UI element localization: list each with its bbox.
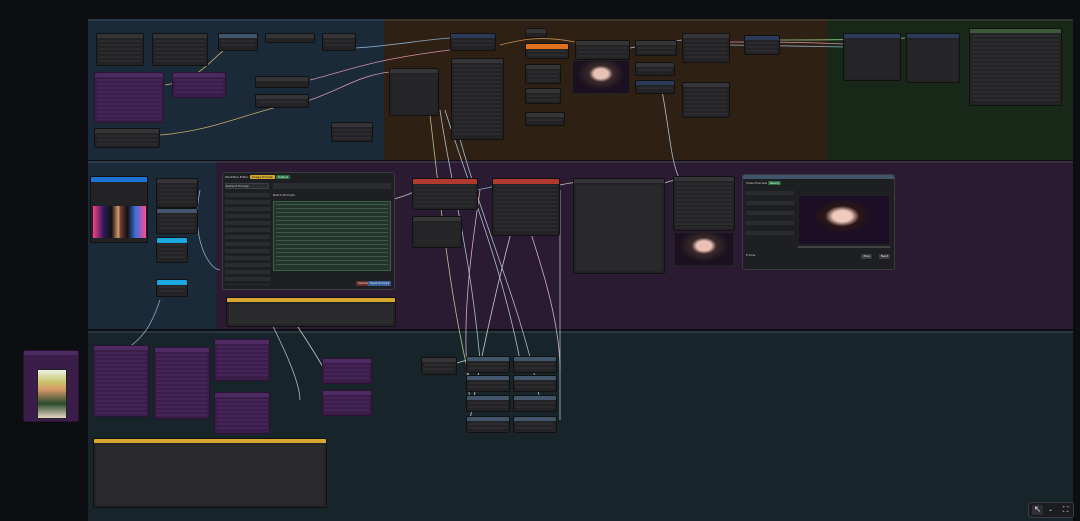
prev-button[interactable]: Prev <box>861 254 872 259</box>
node[interactable] <box>635 80 675 94</box>
node[interactable] <box>513 356 557 373</box>
node-purple[interactable] <box>322 390 372 416</box>
node[interactable] <box>156 178 198 208</box>
video-preview-panel[interactable]: Video Preview Ready Frame Prev Next <box>742 174 895 270</box>
section-title: Batch Prompts <box>273 193 295 197</box>
prompt-toolbar[interactable] <box>273 183 391 189</box>
next-button[interactable]: Next <box>879 254 890 259</box>
node[interactable] <box>331 122 373 142</box>
frame-label: Frame <box>746 253 756 257</box>
chevron-down-icon[interactable]: ⌄ <box>1045 505 1056 515</box>
image-node-standalone[interactable] <box>23 350 79 422</box>
node[interactable] <box>218 33 258 51</box>
node[interactable] <box>906 33 960 83</box>
node[interactable] <box>492 178 560 236</box>
node-purple[interactable] <box>94 72 164 123</box>
node-graph-canvas[interactable]: Workflow Editor Image Prompt Output Defa… <box>0 0 1080 521</box>
save-prompt-button[interactable]: Save Prompt <box>367 281 391 286</box>
node[interactable] <box>265 33 315 43</box>
prompt-select[interactable]: Default Prompt <box>225 183 269 189</box>
portrait-image-preview <box>37 369 67 419</box>
video-seek-bar[interactable] <box>798 246 890 248</box>
node[interactable] <box>156 279 188 297</box>
node[interactable] <box>255 94 309 108</box>
node[interactable] <box>389 68 439 116</box>
node[interactable] <box>412 216 462 248</box>
output-tag[interactable]: Output <box>275 175 291 179</box>
fit-view-icon[interactable]: ⛶ <box>1060 505 1071 515</box>
node-purple[interactable] <box>154 347 210 419</box>
prompt-text-area[interactable] <box>273 201 391 271</box>
face-image-preview <box>572 60 630 94</box>
node[interactable] <box>466 356 510 373</box>
node-purple[interactable] <box>322 358 372 384</box>
node[interactable] <box>156 208 198 234</box>
node[interactable] <box>525 64 561 84</box>
node-purple[interactable] <box>93 345 149 417</box>
note-node-yellow[interactable] <box>226 297 396 327</box>
node[interactable] <box>513 375 557 392</box>
node[interactable] <box>513 395 557 412</box>
node[interactable] <box>412 178 478 210</box>
prompt-editor-panel[interactable]: Workflow Editor Image Prompt Output Defa… <box>222 172 395 290</box>
node[interactable] <box>744 35 780 55</box>
node[interactable] <box>451 58 504 140</box>
node[interactable] <box>96 33 144 66</box>
node-purple[interactable] <box>214 392 270 434</box>
street-image-preview <box>92 205 147 239</box>
node[interactable] <box>94 128 160 148</box>
node-purple[interactable] <box>172 72 226 98</box>
node[interactable] <box>525 88 561 104</box>
panel-title: Workflow Editor <box>225 175 249 179</box>
node-orange[interactable] <box>525 43 569 59</box>
node[interactable] <box>525 112 565 126</box>
node[interactable] <box>466 375 510 392</box>
node[interactable] <box>255 76 309 88</box>
node[interactable] <box>466 395 510 412</box>
node[interactable] <box>635 62 675 76</box>
node[interactable] <box>322 33 356 51</box>
node[interactable] <box>682 33 730 63</box>
note-node-yellow[interactable] <box>93 438 327 508</box>
node[interactable] <box>466 416 510 433</box>
node[interactable] <box>573 178 665 274</box>
video-settings-list[interactable] <box>746 191 794 241</box>
node[interactable] <box>421 357 457 375</box>
cursor-arrow-icon[interactable]: ↖ <box>1032 505 1043 515</box>
node-purple[interactable] <box>214 339 270 381</box>
node[interactable] <box>152 33 208 66</box>
node[interactable] <box>156 237 188 263</box>
canvas-toolbar[interactable]: ↖ ⌄ ⛶ <box>1028 502 1074 518</box>
node[interactable] <box>635 40 677 56</box>
video-panel-title: Video Preview <box>746 181 768 185</box>
node[interactable] <box>843 33 901 81</box>
node[interactable] <box>513 416 557 433</box>
node[interactable] <box>673 176 735 231</box>
load-image-node[interactable] <box>90 176 148 243</box>
face-preview-small <box>674 232 734 266</box>
prompt-list[interactable] <box>225 193 270 285</box>
video-frame-preview[interactable] <box>798 195 890 245</box>
node[interactable] <box>969 28 1062 106</box>
node[interactable] <box>525 28 547 38</box>
ready-tag: Ready <box>768 181 782 185</box>
node[interactable] <box>450 33 496 51</box>
node[interactable] <box>575 40 630 60</box>
image-prompt-tag[interactable]: Image Prompt <box>249 175 275 179</box>
node[interactable] <box>682 82 730 118</box>
